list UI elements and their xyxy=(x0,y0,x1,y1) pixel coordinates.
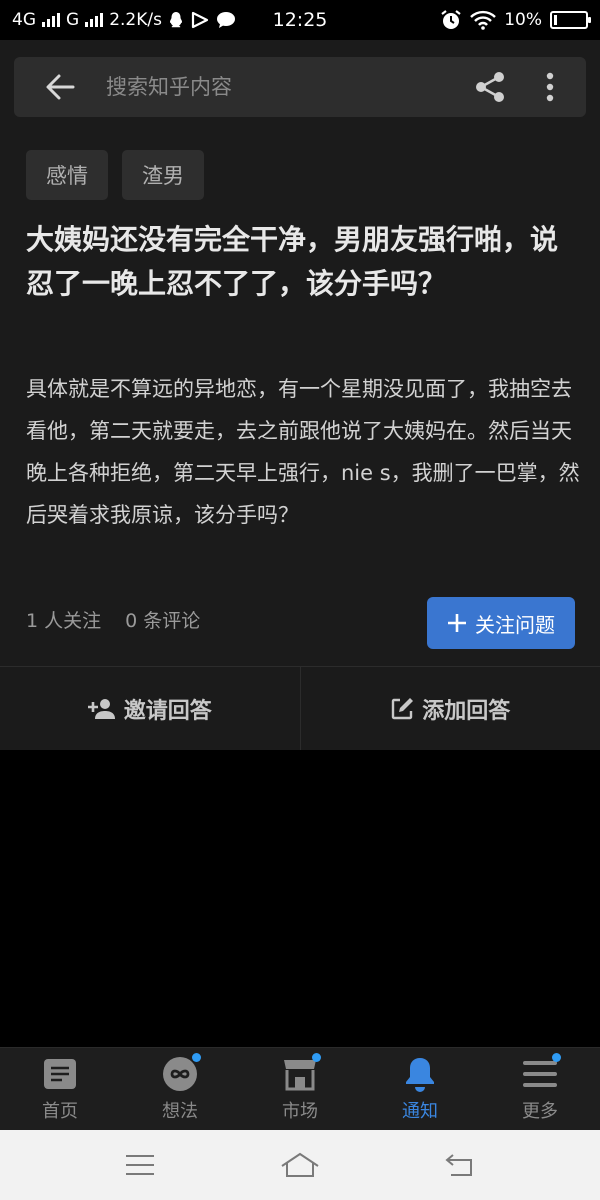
status-bar: 4G G 2.2K/s 12:25 10% xyxy=(0,0,600,40)
nav-item-ideas[interactable]: 想法 xyxy=(120,1048,240,1130)
system-menu-button[interactable] xyxy=(110,1140,170,1190)
home-outline-icon xyxy=(281,1152,319,1177)
answer-actions: 邀请回答 添加回答 xyxy=(0,667,600,750)
nav-label: 市场 xyxy=(282,1101,318,1122)
follow-question-label: 关注问题 xyxy=(475,612,555,637)
nav-label: 想法 xyxy=(162,1101,198,1122)
nav-label: 更多 xyxy=(522,1101,558,1122)
system-back-button[interactable] xyxy=(430,1140,490,1190)
edit-icon xyxy=(392,697,414,719)
topic-tags: 感情 渣男 xyxy=(26,150,204,200)
topic-tag[interactable]: 渣男 xyxy=(122,150,204,200)
add-answer-button[interactable]: 添加回答 xyxy=(299,667,600,750)
invite-answer-label: 邀请回答 xyxy=(123,698,212,724)
notification-dot xyxy=(552,1053,561,1062)
play-icon xyxy=(191,11,209,29)
follower-count[interactable]: 1 人关注 xyxy=(26,606,101,633)
system-home-button[interactable] xyxy=(270,1140,330,1190)
more-button[interactable] xyxy=(520,57,580,117)
status-right: 10% xyxy=(440,9,591,31)
add-answer-label: 添加回答 xyxy=(422,698,511,724)
menu-icon xyxy=(521,1053,561,1093)
battery-icon xyxy=(550,11,591,29)
signal-icon xyxy=(42,13,60,27)
alarm-icon xyxy=(441,10,461,29)
notification-dot xyxy=(312,1053,321,1062)
back-return-icon xyxy=(445,1154,472,1176)
question-card: 感情 渣男 大姨妈还没有完全干净，男朋友强行啪，说忍了一晚上忍不了了，该分手吗？… xyxy=(0,134,600,750)
header xyxy=(0,40,600,134)
network-4g-label: 4G xyxy=(12,10,36,30)
question-title: 大姨妈还没有完全干净，男朋友强行啪，说忍了一晚上忍不了了，该分手吗？ xyxy=(26,223,559,300)
back-button[interactable] xyxy=(14,57,106,117)
search-bar xyxy=(14,57,586,117)
bell-icon xyxy=(401,1055,439,1093)
nav-item-market[interactable]: 市场 xyxy=(240,1048,360,1130)
plus-icon xyxy=(448,614,466,632)
nav-label: 通知 xyxy=(402,1101,438,1122)
search-input[interactable] xyxy=(106,75,460,99)
question-body: 具体就是不算远的异地恋，有一个星期没见面了，我抽空去看他，第二天就要走，去之前跟… xyxy=(26,377,580,527)
status-left: 4G G 2.2K/s xyxy=(12,10,236,30)
nav-item-notifications[interactable]: 通知 xyxy=(360,1048,480,1130)
question-stats: 1 人关注 0 条评论 xyxy=(26,606,200,633)
comment-count[interactable]: 0 条评论 xyxy=(125,606,200,633)
topic-tag[interactable]: 感情 xyxy=(26,150,108,200)
network-g-label: G xyxy=(66,10,80,30)
nav-item-home[interactable]: 首页 xyxy=(0,1048,120,1130)
share-icon xyxy=(476,72,504,102)
hamburger-icon xyxy=(126,1155,154,1175)
market-icon xyxy=(281,1053,321,1093)
signal-icon xyxy=(85,13,104,27)
arrow-left-icon xyxy=(46,74,75,100)
invite-answer-button[interactable]: 邀请回答 xyxy=(0,667,300,750)
bottom-nav: 首页 想法 市场 通知 更多 xyxy=(0,1047,600,1130)
nav-item-more[interactable]: 更多 xyxy=(480,1048,600,1130)
page: 4G G 2.2K/s 12:25 10% 搜索知乎内容 感情 渣男 大姨妈还没… xyxy=(0,0,600,1200)
home-doc-icon xyxy=(41,1055,79,1093)
net-speed: 2.2K/s xyxy=(109,10,162,30)
chat-bubble-icon xyxy=(216,12,235,28)
wifi-icon xyxy=(470,10,497,30)
battery-percent: 10% xyxy=(504,10,542,30)
battery-fill xyxy=(554,15,557,25)
qq-icon xyxy=(169,12,182,28)
system-nav-bar xyxy=(0,1130,600,1200)
notification-dot xyxy=(192,1053,201,1062)
add-person-icon xyxy=(87,698,115,719)
share-button[interactable] xyxy=(460,57,520,117)
follow-question-button[interactable]: 关注问题 xyxy=(427,597,575,649)
more-vertical-icon xyxy=(546,72,554,102)
ideas-icon xyxy=(161,1053,201,1093)
nav-label: 首页 xyxy=(42,1101,78,1122)
